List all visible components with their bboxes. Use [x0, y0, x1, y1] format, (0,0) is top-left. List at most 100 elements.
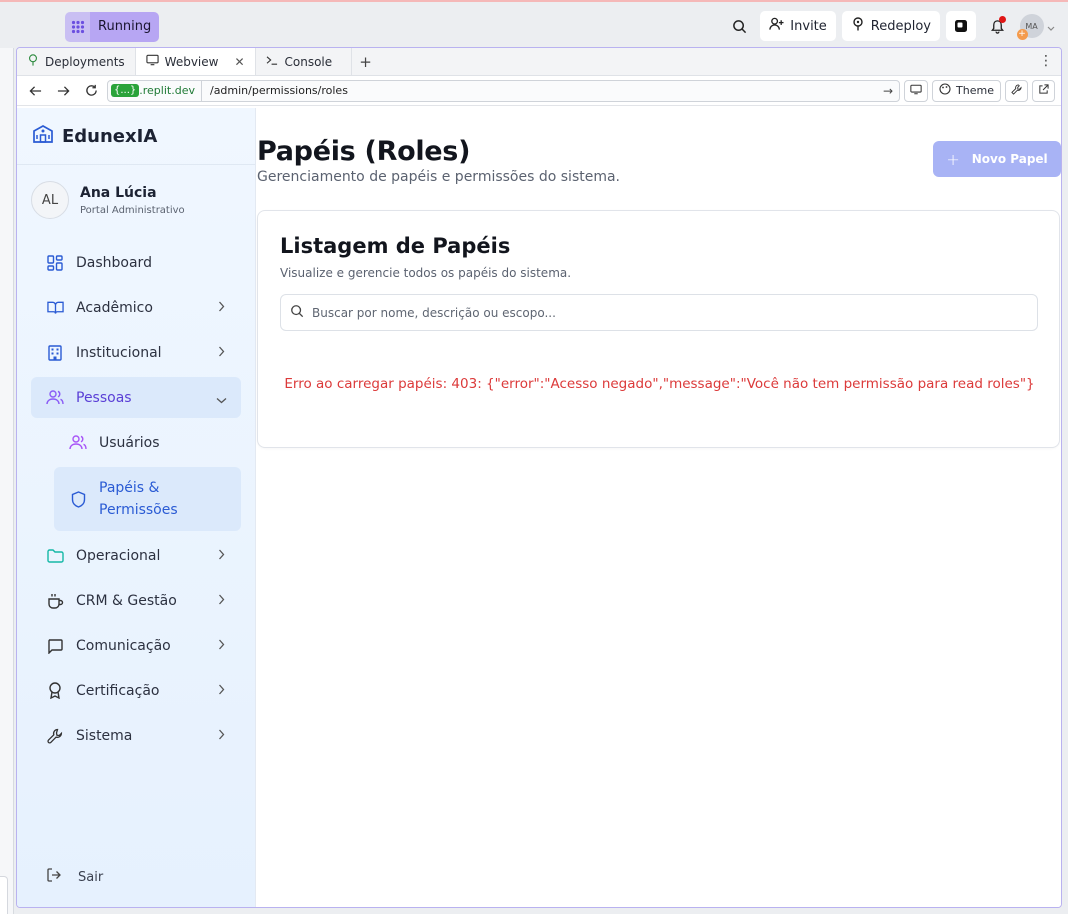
wrench-icon: [46, 727, 64, 745]
search-icon[interactable]: [724, 11, 754, 41]
sidebar-item-label: Comunicação: [76, 637, 171, 654]
run-button[interactable]: Running: [65, 12, 160, 42]
avatar: AL: [31, 181, 69, 219]
sidebar-nav: Dashboard Acadêmico Institucional Pessoa…: [17, 235, 255, 756]
deploy-icon: [27, 54, 39, 69]
reload-icon[interactable]: [79, 79, 103, 103]
go-arrow-icon[interactable]: →: [883, 84, 893, 98]
search-box: [280, 294, 1038, 331]
invite-button[interactable]: Invite: [760, 11, 836, 41]
forward-arrow-icon[interactable]: [51, 79, 75, 103]
notifications-bell-icon[interactable]: [982, 11, 1012, 41]
chevron-right-icon: [218, 593, 225, 609]
brand-name: EdunexIA: [62, 125, 158, 147]
wrench-icon: [1011, 83, 1022, 98]
shield-icon: [69, 490, 87, 508]
redeploy-label: Redeploy: [870, 18, 931, 34]
sidebar-item-label: CRM & Gestão: [76, 592, 177, 609]
new-role-label: Novo Papel: [971, 152, 1048, 166]
workspace-topbar: Running Invite Redeploy MA +: [0, 0, 1068, 48]
device-preview-button[interactable]: [904, 79, 929, 102]
sidebar-item-operacional[interactable]: Operacional: [31, 535, 241, 576]
error-message: Erro ao carregar papéis: 403: {"error":"…: [284, 376, 1035, 392]
card-title: Listagem de Papéis: [280, 234, 511, 258]
tab-label: Deployments: [45, 54, 125, 69]
user-profile: AL Ana Lúcia Portal Administrativo: [17, 165, 255, 235]
user-name: Ana Lúcia: [80, 184, 157, 201]
coffee-cup-icon: [46, 592, 64, 610]
folder-icon: [46, 547, 64, 565]
sidebar-item-sistema[interactable]: Sistema: [31, 715, 241, 756]
tab-console[interactable]: Console: [256, 48, 352, 75]
school-building-icon: [32, 124, 54, 148]
sidebar-item-institucional[interactable]: Institucional: [31, 332, 241, 373]
search-icon: [290, 303, 304, 322]
new-tab-plus-icon[interactable]: +: [352, 48, 380, 75]
sidebar-item-label: Dashboard: [76, 254, 152, 271]
theme-label: Theme: [956, 84, 994, 97]
page-title: Papéis (Roles): [257, 136, 471, 167]
logout-label: Sair: [78, 869, 104, 885]
chevron-down-icon: [216, 392, 227, 408]
url-input[interactable]: {...} .replit.dev /admin/permissions/rol…: [107, 79, 901, 102]
add-user-icon: [769, 17, 784, 35]
back-arrow-icon[interactable]: [23, 79, 47, 103]
theme-button[interactable]: Theme: [932, 79, 1001, 102]
new-role-button[interactable]: + Novo Papel: [933, 141, 1061, 177]
more-vertical-icon[interactable]: ⋮: [1039, 53, 1053, 69]
chevron-right-icon: [218, 548, 225, 564]
sidebar-item-dashboard[interactable]: Dashboard: [31, 242, 241, 283]
invite-label: Invite: [790, 18, 827, 34]
sidebar-item-label: Papéis & Permissões: [99, 480, 178, 518]
sidebar-item-usuarios[interactable]: Usuários: [54, 422, 241, 463]
url-domain: .replit.dev: [139, 84, 195, 97]
avatar-initials: MA: [1025, 21, 1038, 31]
sidebar-item-papeis-permissoes[interactable]: Papéis & Permissões: [54, 467, 241, 531]
main-content: Papéis (Roles) Gerenciamento de papéis e…: [256, 108, 1061, 907]
app-root: EdunexIA AL Ana Lúcia Portal Administrat…: [17, 108, 1061, 907]
deploy-icon: [851, 17, 865, 35]
sidebar-item-crm-gestao[interactable]: CRM & Gestão: [31, 580, 241, 621]
tab-webview[interactable]: Webview ✕: [135, 48, 256, 75]
pessoas-submenu: Usuários Papéis & Permissões: [54, 422, 241, 531]
plus-icon: +: [946, 149, 960, 169]
sidebar-item-comunicacao[interactable]: Comunicação: [31, 625, 241, 666]
devtools-button[interactable]: [1005, 79, 1028, 102]
redeploy-button[interactable]: Redeploy: [841, 11, 940, 41]
open-external-button[interactable]: [1032, 79, 1055, 102]
grid-dots-icon: [65, 12, 90, 42]
sidebar-item-label: Operacional: [76, 547, 161, 564]
run-label: Running: [90, 12, 160, 42]
tab-label: Console: [284, 54, 333, 69]
tab-deployments[interactable]: Deployments: [17, 48, 136, 75]
account-menu[interactable]: MA +: [1016, 11, 1056, 41]
sidebar-item-pessoas[interactable]: Pessoas: [31, 377, 241, 418]
sidebar-item-academico[interactable]: Acadêmico: [31, 287, 241, 328]
roles-list-card: Listagem de Papéis Visualize e gerencie …: [257, 210, 1060, 448]
chevron-right-icon: [218, 728, 225, 744]
chevron-right-icon: [218, 345, 225, 361]
dev-url-badge: {...}: [111, 84, 140, 97]
browser-url-bar: {...} .replit.dev /admin/permissions/rol…: [17, 76, 1061, 106]
building-icon: [46, 344, 64, 362]
close-icon[interactable]: ✕: [234, 55, 244, 69]
url-path: /admin/permissions/roles: [209, 84, 348, 97]
message-square-icon: [46, 637, 64, 655]
page-subtitle: Gerenciamento de papéis e permissões do …: [257, 169, 621, 185]
logout-icon: [47, 868, 62, 886]
award-ribbon-icon: [46, 682, 64, 700]
users-icon: [46, 389, 64, 407]
sidebar: EdunexIA AL Ana Lúcia Portal Administrat…: [17, 108, 256, 907]
user-avatar: MA +: [1016, 14, 1044, 40]
logout-button[interactable]: Sair: [47, 868, 103, 886]
card-subtitle: Visualize e gerencie todos os papéis do …: [280, 266, 572, 280]
chevron-right-icon: [218, 638, 225, 654]
dashboard-grid-icon: [46, 254, 64, 272]
pane-tabs: Deployments Webview ✕ Console + ⋮: [17, 48, 1061, 76]
workspace-toggle-icon[interactable]: [946, 11, 976, 41]
sidebar-item-certificacao[interactable]: Certificação: [31, 670, 241, 711]
search-input[interactable]: [312, 305, 1012, 320]
sidebar-item-label: Institucional: [76, 344, 162, 361]
user-role: Portal Administrativo: [80, 204, 185, 216]
chevron-down-icon: [1047, 17, 1055, 36]
